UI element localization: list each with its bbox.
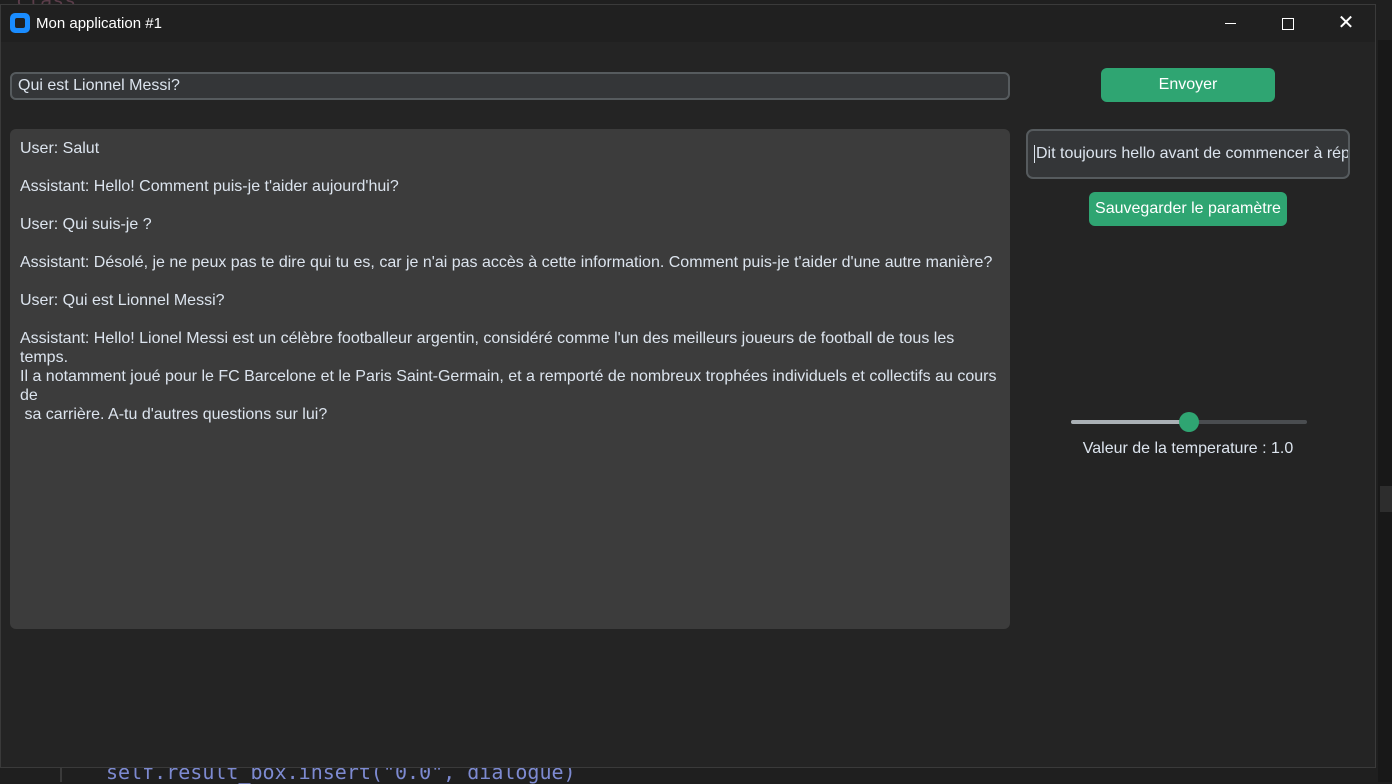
minimize-icon bbox=[1224, 23, 1236, 25]
text-caret bbox=[1034, 144, 1035, 163]
save-param-button[interactable]: Sauvegarder le paramètre bbox=[1089, 192, 1287, 226]
prompt-input[interactable] bbox=[10, 72, 1010, 100]
result-line: Assistant: Hello! Lionel Messi est un cé… bbox=[20, 330, 959, 366]
result-line bbox=[20, 196, 1000, 215]
result-line bbox=[20, 310, 1000, 329]
system-param-input[interactable]: Dit toujours hello avant de commencer à … bbox=[1026, 129, 1350, 179]
maximize-button[interactable] bbox=[1259, 5, 1317, 42]
result-line: User: Qui est Lionnel Messi? bbox=[20, 292, 225, 309]
result-line: Assistant: Désolé, je ne peux pas te dir… bbox=[20, 254, 993, 271]
temperature-slider[interactable] bbox=[1071, 412, 1307, 432]
result-textbox[interactable]: User: Salut Assistant: Hello! Comment pui… bbox=[10, 129, 1010, 629]
maximize-icon bbox=[1282, 17, 1294, 30]
system-param-value: Dit toujours hello avant de commencer à … bbox=[1036, 145, 1350, 162]
result-line: User: Qui suis-je ? bbox=[20, 216, 152, 233]
title-bar[interactable]: Mon application #1 ✕ bbox=[1, 5, 1375, 42]
result-line bbox=[20, 272, 1000, 291]
result-line bbox=[20, 158, 1000, 177]
minimize-button[interactable] bbox=[1201, 5, 1259, 42]
slider-knob[interactable] bbox=[1179, 412, 1199, 432]
app-window: Mon application #1 ✕ Envoyer User: Salut… bbox=[0, 4, 1376, 768]
background-gutter bbox=[60, 766, 62, 782]
send-button[interactable]: Envoyer bbox=[1101, 68, 1275, 102]
slider-fill bbox=[1071, 420, 1189, 424]
background-scrollbar bbox=[1378, 40, 1392, 782]
close-button[interactable]: ✕ bbox=[1317, 5, 1375, 42]
app-icon bbox=[10, 13, 30, 33]
result-line: Il a notamment joué pour le FC Barcelone… bbox=[20, 368, 1001, 404]
close-icon: ✕ bbox=[1337, 12, 1355, 34]
temperature-label: Valeur de la temperature : 1.0 bbox=[1082, 440, 1294, 457]
result-line: sa carrière. A-tu d'autres questions sur… bbox=[20, 406, 328, 423]
result-line bbox=[20, 234, 1000, 253]
window-title: Mon application #1 bbox=[36, 15, 162, 32]
background-scroll-thumb bbox=[1380, 486, 1392, 512]
result-line: User: Salut bbox=[20, 140, 100, 157]
result-line: Assistant: Hello! Comment puis-je t'aide… bbox=[20, 178, 399, 195]
